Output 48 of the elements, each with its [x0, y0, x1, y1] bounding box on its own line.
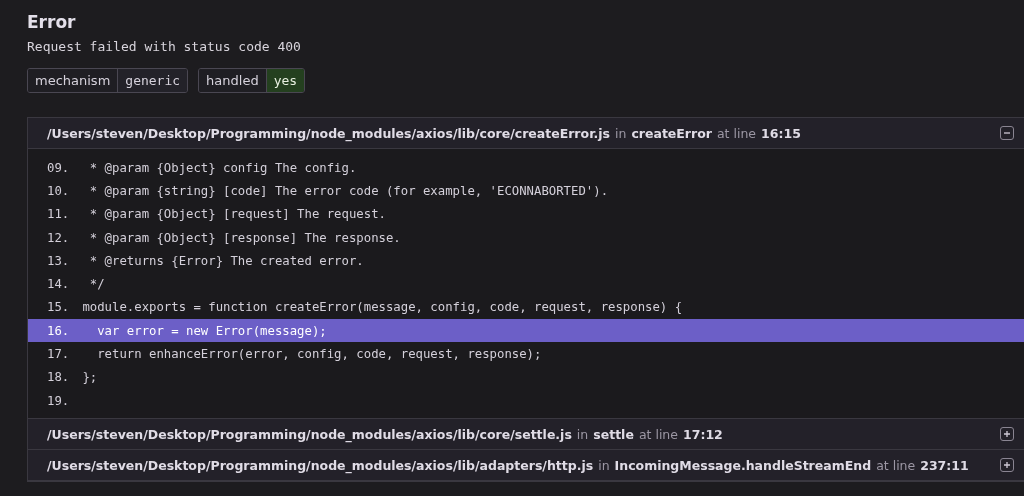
code-text: }; — [81, 370, 98, 385]
file-path: /Users/steven/Desktop/Programming/node_modules/axios/lib/core/settle.js — [47, 426, 572, 442]
expand-button[interactable] — [1000, 427, 1014, 442]
tag-key: handled — [199, 69, 267, 92]
line-location: 17:12 — [683, 426, 723, 442]
error-title: Error — [27, 12, 77, 32]
error-message: Request failed with status code 400 — [27, 39, 302, 54]
expand-button[interactable] — [1000, 458, 1014, 473]
file-path: /Users/steven/Desktop/Programming/node_modules/axios/lib/adapters/http.js — [47, 457, 594, 473]
code-text: * @param {Object} [request] The request. — [88, 207, 386, 222]
at-line-label: at line — [638, 426, 678, 442]
collapse-button[interactable] — [1000, 126, 1014, 140]
tag-value: generic — [118, 69, 188, 92]
line-number: 19. — [47, 393, 71, 408]
function-name: createError — [631, 125, 712, 141]
code-text: * @returns {Error} The created error. — [88, 253, 364, 268]
code-text: */ — [88, 277, 105, 292]
file-path: /Users/steven/Desktop/Programming/node_modules/axios/lib/core/createError.js — [47, 125, 610, 141]
in-label: in — [598, 457, 610, 473]
line-location: 237:11 — [920, 457, 969, 473]
line-number: 09. — [47, 160, 71, 175]
tag-value: yes — [266, 69, 305, 92]
code-text: var error = new Error(message); — [96, 323, 327, 338]
in-label: in — [615, 125, 627, 141]
line-number: 11. — [47, 207, 71, 222]
minus-icon — [1003, 129, 1011, 137]
function-name: IncomingMessage.handleStreamEnd — [614, 457, 872, 473]
plus-icon — [1003, 461, 1011, 470]
code-text: module.exports = function createError(message, config, code, request, response) { — [81, 300, 683, 315]
tag-key: mechanism — [28, 69, 119, 92]
line-number: 14. — [47, 277, 71, 292]
code-text: * @param {Object} [response] The response. — [88, 230, 401, 245]
code-text: * @param {string} [code] The error code (for example, 'ECONNABORTED'). — [88, 183, 609, 198]
line-location: 16:15 — [761, 125, 801, 141]
line-number: 12. — [47, 230, 71, 245]
line-number: 15. — [47, 300, 71, 315]
code-text: return enhanceError(error, config, code, request, response); — [96, 347, 542, 361]
in-label: in — [576, 426, 589, 442]
line-number: 18. — [47, 370, 71, 385]
plus-icon — [1003, 430, 1011, 439]
line-number: 16. — [47, 323, 71, 338]
line-number: 10. — [47, 183, 71, 198]
line-number: 17. — [47, 347, 71, 361]
function-name: settle — [593, 426, 634, 442]
line-number: 13. — [47, 253, 71, 268]
at-line-label: at line — [716, 125, 757, 141]
code-text: * @param {Object} config The config. — [88, 160, 357, 175]
at-line-label: at line — [876, 457, 916, 473]
